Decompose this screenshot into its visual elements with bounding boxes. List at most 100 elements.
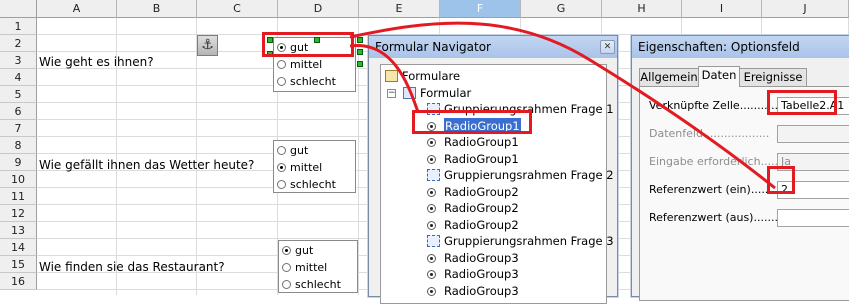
- property-value-field[interactable]: [777, 125, 849, 143]
- tree-item[interactable]: RadioGroup2: [381, 217, 606, 233]
- radio-option-schlecht[interactable]: schlecht: [279, 276, 357, 293]
- tree-item[interactable]: RadioGroup3: [381, 250, 606, 266]
- radio-button-icon[interactable]: [277, 163, 286, 172]
- radio-group-2[interactable]: gut mittel schlecht: [273, 140, 356, 193]
- radio-option-gut[interactable]: gut: [279, 242, 357, 259]
- select-all-corner[interactable]: [0, 0, 37, 18]
- column-header-i[interactable]: I: [682, 0, 762, 18]
- selection-handle[interactable]: [267, 51, 273, 57]
- tree-item[interactable]: RadioGroup1: [381, 116, 606, 135]
- column-header-h[interactable]: H: [602, 0, 682, 18]
- tab-allgemein[interactable]: Allgemein: [639, 68, 699, 86]
- column-header-e[interactable]: E: [359, 0, 440, 18]
- radio-option-gut[interactable]: gut: [274, 142, 355, 159]
- property-label: Datenfeld...................: [649, 127, 770, 140]
- row-header-9[interactable]: 9: [0, 154, 37, 171]
- tree-item-label: RadioGroup2: [444, 184, 519, 199]
- radio-option-label: gut: [290, 144, 309, 157]
- question-3-text[interactable]: Wie finden sie das Restaurant?: [39, 259, 225, 275]
- row-header-13[interactable]: 13: [0, 222, 37, 239]
- row-header-10[interactable]: 10: [0, 171, 37, 188]
- properties-title[interactable]: Eigenschaften: Optionsfeld: [632, 36, 849, 58]
- radio-option-label: mittel: [290, 161, 323, 174]
- selection-handle[interactable]: [267, 37, 273, 43]
- row-header-5[interactable]: 5: [0, 86, 37, 103]
- collapse-icon[interactable]: −: [387, 88, 396, 98]
- row-header-6[interactable]: 6: [0, 103, 37, 120]
- selection-handle[interactable]: [357, 37, 363, 43]
- row-header-4[interactable]: 4: [0, 69, 37, 86]
- close-icon[interactable]: ✕: [600, 40, 615, 54]
- tree-item-label: RadioGroup3: [444, 250, 519, 265]
- column-header-d[interactable]: D: [278, 0, 359, 18]
- column-header-c[interactable]: C: [197, 0, 278, 18]
- form-tree[interactable]: Formulare − Formular Gruppierungsrahmen Fra…: [380, 64, 614, 304]
- row-header-1[interactable]: 1: [0, 18, 37, 35]
- column-header-j[interactable]: J: [762, 0, 849, 18]
- tree-item-label: Formular: [420, 85, 472, 100]
- tree-item[interactable]: RadioGroup1: [381, 151, 606, 167]
- radio-button-icon: [427, 220, 436, 230]
- row-header-11[interactable]: 11: [0, 188, 37, 205]
- tree-item[interactable]: RadioGroup3: [381, 266, 606, 282]
- property-value-field[interactable]: [777, 209, 849, 227]
- radio-option-schlecht[interactable]: schlecht: [274, 73, 355, 90]
- selection-handle[interactable]: [314, 37, 320, 43]
- group-frame-icon: [427, 235, 440, 247]
- tree-item-label: RadioGroup3: [444, 267, 519, 281]
- tree-item[interactable]: RadioGroup2: [381, 184, 606, 200]
- form-navigator-title[interactable]: Formular Navigator: [369, 36, 617, 58]
- tree-item[interactable]: Formulare: [381, 68, 606, 84]
- radio-button-icon[interactable]: [282, 280, 291, 289]
- tree-item[interactable]: − Formular: [381, 85, 606, 101]
- row-header-14[interactable]: 14: [0, 239, 37, 256]
- selection-handle[interactable]: [357, 49, 363, 55]
- form-icon: [403, 86, 416, 99]
- property-value-field[interactable]: Tabelle2.A1: [777, 97, 849, 115]
- radio-option-schlecht[interactable]: schlecht: [274, 176, 355, 193]
- properties-dialog[interactable]: Eigenschaften: Optionsfeld Allgemein Dat…: [631, 35, 849, 301]
- column-header-b[interactable]: B: [117, 0, 197, 18]
- row-header-8[interactable]: 8: [0, 137, 37, 154]
- column-header-f[interactable]: F: [440, 0, 521, 18]
- row-header-2[interactable]: 2: [0, 35, 37, 52]
- form-navigator-dialog[interactable]: Formular Navigator ✕ Formulare − Formular G…: [368, 35, 618, 304]
- row-header-3[interactable]: 3: [0, 52, 37, 69]
- radio-option-mittel[interactable]: mittel: [274, 159, 355, 176]
- row-header-16[interactable]: 16: [0, 273, 37, 290]
- tab-daten[interactable]: Daten: [698, 66, 740, 87]
- radio-group-3[interactable]: gut mittel schlecht: [278, 240, 358, 293]
- row-header-7[interactable]: 7: [0, 120, 37, 137]
- radio-button-icon[interactable]: [282, 246, 291, 255]
- radio-option-mittel[interactable]: mittel: [279, 259, 357, 276]
- tree-item[interactable]: Gruppierungsrahmen Frage 3: [381, 233, 614, 249]
- radio-button-icon[interactable]: [277, 60, 286, 69]
- tree-item-label: RadioGroup1: [443, 116, 522, 135]
- question-2-text[interactable]: Wie gefällt ihnen das Wetter heute?: [39, 157, 254, 173]
- property-label: Verknüpfte Zelle.............: [649, 99, 786, 112]
- property-value-field[interactable]: 2: [777, 181, 849, 199]
- radio-button-icon[interactable]: [277, 77, 286, 86]
- tree-item[interactable]: RadioGroup2: [381, 200, 606, 216]
- question-1-text[interactable]: Wie geht es ihnen?: [39, 54, 154, 70]
- radio-option-mittel[interactable]: mittel: [274, 56, 355, 73]
- radio-button-icon[interactable]: [277, 180, 286, 189]
- column-header-g[interactable]: G: [521, 0, 602, 18]
- tree-item[interactable]: RadioGroup1: [381, 134, 606, 150]
- radio-option-label: gut: [295, 244, 314, 257]
- radio-button-icon[interactable]: [277, 43, 286, 52]
- column-header-a[interactable]: A: [37, 0, 117, 18]
- group-frame-icon: [427, 103, 440, 115]
- property-value-field[interactable]: Ja: [777, 153, 849, 171]
- tree-item-label: Gruppierungsrahmen Frage 2: [444, 168, 614, 182]
- row-header-15[interactable]: 15: [0, 256, 37, 273]
- tree-item[interactable]: Gruppierungsrahmen Frage 1: [381, 101, 614, 117]
- radio-group-1[interactable]: gut mittel schlecht: [273, 37, 356, 92]
- tab-ereignisse[interactable]: Ereignisse: [739, 68, 807, 86]
- selection-handle[interactable]: [357, 61, 363, 67]
- tree-item[interactable]: Gruppierungsrahmen Frage 2: [381, 167, 614, 183]
- radio-button-icon[interactable]: [282, 263, 291, 272]
- row-header-12[interactable]: 12: [0, 205, 37, 222]
- tree-item[interactable]: RadioGroup3: [381, 283, 606, 299]
- radio-button-icon[interactable]: [277, 146, 286, 155]
